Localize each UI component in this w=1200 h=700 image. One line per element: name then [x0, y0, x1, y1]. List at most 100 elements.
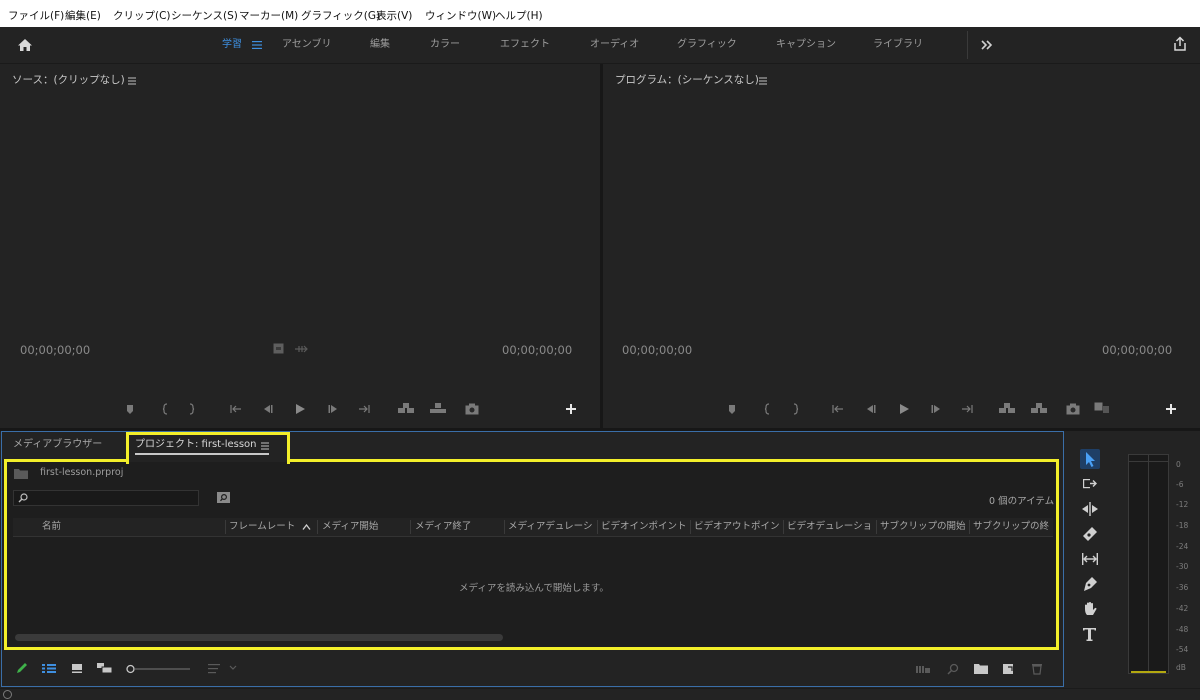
step-forward-icon[interactable] — [930, 403, 942, 415]
settings-icon[interactable] — [273, 343, 284, 354]
overwrite-icon[interactable] — [430, 402, 446, 414]
mark-in-icon[interactable] — [159, 403, 171, 415]
column-header-media-start[interactable]: メディア開始 — [322, 518, 408, 536]
track-select-forward-tool-icon[interactable] — [1080, 474, 1100, 494]
icon-view-icon[interactable] — [71, 663, 83, 674]
workspace-tab-libraries[interactable]: ライブラリ — [873, 27, 923, 63]
plus-icon[interactable] — [565, 403, 577, 415]
column-divider[interactable] — [876, 520, 877, 534]
search-input[interactable] — [13, 490, 199, 506]
step-forward-icon[interactable] — [327, 403, 339, 415]
horizontal-scrollbar[interactable] — [15, 634, 503, 641]
export-frame-icon[interactable] — [1066, 403, 1080, 415]
active-tab-underline — [135, 453, 269, 455]
mark-out-icon[interactable] — [790, 403, 802, 415]
export-frame-icon[interactable] — [465, 403, 479, 415]
automate-to-sequence-icon[interactable] — [916, 664, 930, 674]
source-timecode-in[interactable]: 00;00;00;00 — [20, 343, 90, 357]
workspace-tab-audio[interactable]: オーディオ — [590, 27, 639, 63]
extract-icon[interactable] — [1031, 402, 1047, 414]
type-tool-icon[interactable] — [1080, 624, 1100, 644]
menu-clip[interactable]: クリップ(C) — [113, 0, 171, 27]
mark-out-icon[interactable] — [186, 403, 198, 415]
menu-marker[interactable]: マーカー(M) — [239, 0, 298, 27]
workspace-tab-editing[interactable]: 編集 — [370, 27, 390, 63]
hamburger-menu-icon[interactable] — [759, 77, 767, 85]
column-header-subclip-start[interactable]: サブクリップの開始 — [880, 518, 968, 536]
new-item-icon[interactable] — [1003, 663, 1015, 675]
pencil-icon[interactable] — [16, 662, 28, 674]
go-to-out-icon[interactable] — [358, 403, 370, 415]
insert-icon[interactable] — [398, 402, 414, 414]
workspace-tab-assembly[interactable]: アセンブリ — [282, 27, 332, 63]
hamburger-menu-icon[interactable] — [252, 40, 262, 50]
go-to-out-icon[interactable] — [961, 403, 973, 415]
menu-graphics[interactable]: グラフィック(G) — [301, 0, 380, 27]
selection-tool-icon[interactable] — [1080, 449, 1100, 469]
freeform-view-icon[interactable] — [97, 663, 113, 674]
workspace-tab-learning[interactable]: 学習 — [222, 27, 242, 63]
razor-tool-icon[interactable] — [1080, 524, 1100, 544]
hand-tool-icon[interactable] — [1080, 599, 1100, 619]
sort-icons-icon[interactable] — [208, 663, 240, 674]
lift-icon[interactable] — [999, 402, 1015, 414]
tab-project[interactable]: プロジェクト: first-lesson — [135, 432, 257, 460]
add-marker-icon[interactable] — [726, 403, 738, 415]
pen-tool-icon[interactable] — [1080, 574, 1100, 594]
workspace-tab-graphics[interactable]: グラフィック — [677, 27, 737, 63]
column-divider[interactable] — [690, 520, 691, 534]
new-bin-icon[interactable] — [974, 663, 988, 674]
column-divider[interactable] — [783, 520, 784, 534]
workspace-tab-captions[interactable]: キャプション — [776, 27, 836, 63]
menu-window[interactable]: ウィンドウ(W) — [425, 0, 496, 27]
step-back-icon[interactable] — [865, 403, 877, 415]
ripple-edit-tool-icon[interactable] — [1080, 499, 1100, 519]
menu-edit[interactable]: 編集(E) — [65, 0, 101, 27]
column-header-media-end[interactable]: メディア終了 — [415, 518, 501, 536]
menu-file[interactable]: ファイル(F) — [8, 0, 64, 27]
slip-tool-icon[interactable] — [1080, 549, 1100, 569]
list-view-icon[interactable] — [42, 663, 56, 674]
find-icon[interactable] — [947, 663, 959, 675]
drag-video-icon[interactable] — [294, 344, 308, 354]
overflow-chevron-icon[interactable] — [981, 39, 993, 51]
column-divider[interactable] — [410, 520, 411, 534]
share-export-icon[interactable] — [1172, 36, 1188, 52]
column-divider[interactable] — [597, 520, 598, 534]
home-icon[interactable] — [17, 37, 33, 53]
column-header-frame-rate[interactable]: フレームレート — [229, 518, 299, 536]
go-to-in-icon[interactable] — [230, 403, 242, 415]
menu-help[interactable]: ヘルプ(H) — [495, 0, 543, 27]
column-divider[interactable] — [504, 520, 505, 534]
tab-media-browser[interactable]: メディアブラウザー — [13, 432, 102, 460]
menu-sequence[interactable]: シーケンス(S) — [171, 0, 238, 27]
comparison-view-icon[interactable] — [1094, 402, 1110, 414]
column-header-video-out-point[interactable]: ビデオアウトポイン — [694, 518, 782, 536]
column-divider[interactable] — [225, 520, 226, 534]
status-indicator-icon[interactable] — [3, 690, 12, 699]
program-timecode-in[interactable]: 00;00;00;00 — [622, 343, 692, 357]
column-divider[interactable] — [317, 520, 318, 534]
clear-icon[interactable] — [1031, 663, 1043, 675]
workspace-tab-color[interactable]: カラー — [430, 27, 460, 63]
step-back-icon[interactable] — [262, 403, 274, 415]
hamburger-menu-icon[interactable] — [128, 77, 136, 85]
mark-in-icon[interactable] — [761, 403, 773, 415]
zoom-slider-icon[interactable] — [126, 664, 190, 674]
add-marker-icon[interactable] — [124, 403, 136, 415]
column-header-name[interactable]: 名前 — [42, 518, 222, 536]
workspace-tab-effects[interactable]: エフェクト — [500, 27, 550, 63]
column-header-media-duration[interactable]: メディアデュレーシ — [508, 518, 596, 536]
column-header-video-duration[interactable]: ビデオデュレーショ — [787, 518, 875, 536]
play-icon[interactable] — [898, 403, 910, 415]
hamburger-menu-icon[interactable] — [261, 442, 269, 450]
column-header-subclip-end[interactable]: サブクリップの終 — [973, 518, 1053, 536]
column-divider[interactable] — [969, 520, 970, 534]
sort-ascending-icon[interactable] — [302, 524, 311, 530]
plus-icon[interactable] — [1165, 403, 1177, 415]
play-icon[interactable] — [294, 403, 306, 415]
column-header-video-in-point[interactable]: ビデオインポイント — [601, 518, 689, 536]
new-bin-from-search-icon[interactable] — [217, 492, 230, 503]
go-to-in-icon[interactable] — [832, 403, 844, 415]
menu-view[interactable]: 表示(V) — [376, 0, 412, 27]
